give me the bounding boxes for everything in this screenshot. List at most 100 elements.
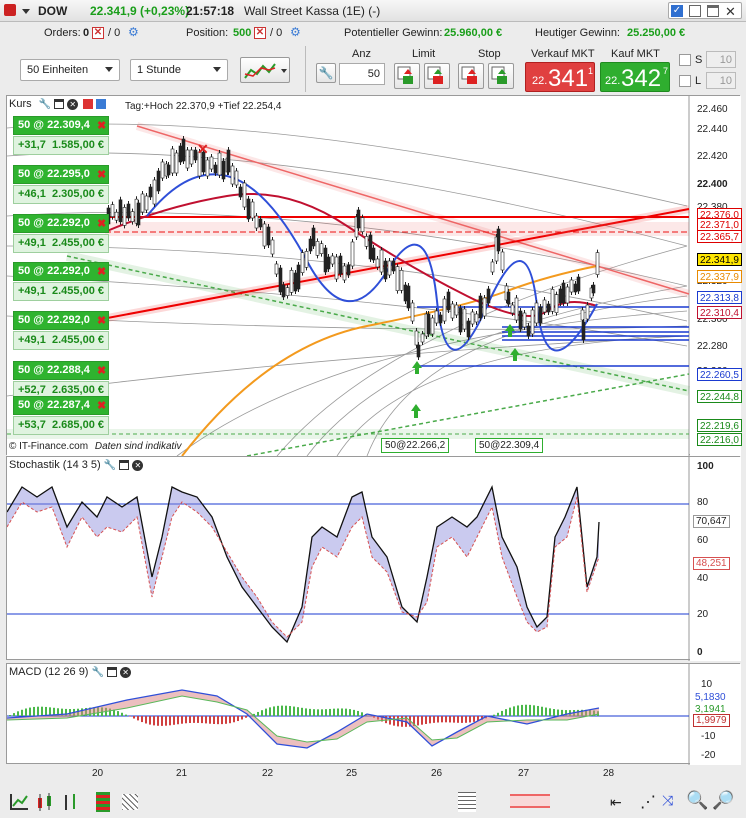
position-tag-1-text: 50@22.266,2 xyxy=(385,440,446,451)
candle-body xyxy=(486,288,491,304)
draw-tools-icon[interactable]: ⋰ xyxy=(640,792,656,812)
candle-body xyxy=(246,198,251,220)
candle-body xyxy=(122,207,127,226)
window-icon[interactable] xyxy=(119,460,130,471)
buy-price-big: 342 xyxy=(621,65,662,92)
s-checkbox[interactable] xyxy=(679,54,691,66)
close-position-icon[interactable]: ✕ xyxy=(254,27,266,39)
close-circle-icon[interactable]: ✕ xyxy=(67,98,79,110)
macd-bar xyxy=(225,716,227,724)
close-order-icon[interactable]: ✖ xyxy=(97,265,106,278)
sell-label: Verkauf MKT xyxy=(531,48,595,60)
potential-profit-label: Potentieller Gewinn: xyxy=(344,27,443,39)
price-tag: 22.219,6 xyxy=(697,419,742,432)
upload-icon[interactable] xyxy=(96,99,107,110)
candle-body xyxy=(403,284,408,302)
today-profit-label: Heutiger Gewinn: xyxy=(535,27,620,39)
maximize-icon[interactable] xyxy=(707,5,719,17)
scroll-start-icon[interactable]: ⇤ xyxy=(610,794,622,811)
order-label: 50 @ 22.292,0 xyxy=(13,311,109,330)
order-box[interactable]: 50 @ 22.292,0 ✖ +49,1 2.455,00 € xyxy=(13,311,109,355)
l-checkbox[interactable] xyxy=(679,75,691,87)
order-box[interactable]: 50 @ 22.292,0 ✖ +49,1 2.455,00 € xyxy=(13,262,109,306)
candle-chart-icon[interactable] xyxy=(36,792,54,812)
units-select[interactable]: 50 Einheiten xyxy=(20,59,120,81)
chevron-down-icon xyxy=(281,69,287,73)
chart-indicator-icon xyxy=(244,63,276,79)
zoom-out-icon[interactable]: 🔎 xyxy=(712,790,734,811)
order-box[interactable]: 50 @ 22.292,0 ✖ +49,1 2.455,00 € xyxy=(13,214,109,258)
l-input[interactable]: 10 xyxy=(706,72,736,89)
candle-body xyxy=(234,170,239,186)
close-order-icon[interactable]: ✖ xyxy=(97,168,106,181)
interval-select[interactable]: 1 Stunde xyxy=(130,59,228,81)
stop-buy-button[interactable] xyxy=(458,63,484,89)
order-box[interactable]: 50 @ 22.287,4 ✖ +53,7 2.685,00 € xyxy=(13,396,109,440)
wrench-button[interactable]: 🔧 xyxy=(316,63,336,83)
zoom-in-icon[interactable]: 🔍 xyxy=(686,790,708,811)
order-amount: 2.455,00 € xyxy=(52,237,104,249)
close-order-icon[interactable]: ✖ xyxy=(97,399,106,412)
line-chart-icon[interactable] xyxy=(10,794,28,810)
tile-icon[interactable] xyxy=(689,5,701,17)
candle-body xyxy=(565,286,570,304)
candle-body xyxy=(510,304,515,314)
candle-body xyxy=(514,297,519,321)
macd-bar xyxy=(529,704,531,716)
window-icon[interactable] xyxy=(54,99,65,110)
indicators-button[interactable] xyxy=(240,57,290,83)
wrench-icon[interactable]: 🔧 xyxy=(39,99,51,110)
download-icon[interactable] xyxy=(83,99,94,110)
stochastic-panel[interactable]: Stochastik (14 3 5) 🔧 ✕ 100 80 60 40 20 0 70,… xyxy=(6,456,741,661)
s-input[interactable]: 10 xyxy=(706,51,736,68)
candle-body xyxy=(530,309,535,335)
macd-bar xyxy=(525,704,527,716)
macd-bar xyxy=(129,716,131,717)
close-order-icon[interactable]: ✖ xyxy=(97,119,106,132)
candle-body xyxy=(226,149,231,173)
checkbox-icon[interactable]: ✓ xyxy=(671,5,683,17)
close-circle-icon[interactable]: ✕ xyxy=(132,459,144,471)
order-box[interactable]: 50 @ 22.309,4 ✖ +31,7 1.585,00 € xyxy=(13,116,109,160)
heikin-icon[interactable] xyxy=(96,792,110,812)
macd-bar xyxy=(117,711,119,716)
gear-icon[interactable]: ⚙ xyxy=(128,25,139,39)
menu-icon[interactable] xyxy=(4,4,16,16)
price-change: 22.341,9 (+0,23%) xyxy=(90,4,190,18)
bar-chart-icon[interactable] xyxy=(62,792,80,812)
wrench-icon[interactable]: 🔧 xyxy=(104,460,116,471)
stoch-tag-2: 48,251 xyxy=(693,557,730,570)
macd-bar xyxy=(545,707,547,716)
buy-market-button[interactable]: 22. 342 7 xyxy=(600,62,670,92)
sell-market-button[interactable]: 22. 341 1 xyxy=(525,62,595,92)
order-box[interactable]: 50 @ 22.295,0 ✖ +46,1 2.305,00 € xyxy=(13,165,109,209)
chevron-down-icon[interactable] xyxy=(22,9,30,14)
close-circle-icon[interactable]: ✕ xyxy=(120,666,132,678)
window-icon[interactable] xyxy=(107,667,118,678)
band-icon[interactable] xyxy=(510,794,550,808)
candle-body xyxy=(213,164,218,174)
candle-body xyxy=(450,303,455,319)
close-icon[interactable]: ✕ xyxy=(725,4,736,20)
limit-buy-button[interactable] xyxy=(394,63,420,89)
price-chart-panel[interactable]: ✕ Kurs 🔧 ✕ Tag:+Hoch 22.370,9 +Tief 22.2… xyxy=(6,95,742,456)
limit-sell-button[interactable] xyxy=(424,63,450,89)
close-order-icon[interactable]: ✖ xyxy=(97,217,106,230)
sell-price-sup: 1 xyxy=(588,66,594,76)
hatch-icon[interactable] xyxy=(122,794,138,810)
close-order-icon[interactable]: ✖ xyxy=(97,314,106,327)
position-tag-2-text: 50@22.309,4 xyxy=(479,440,540,451)
macd-bar xyxy=(141,716,143,723)
macd-chart xyxy=(7,664,741,765)
macd-panel[interactable]: MACD (12 26 9) 🔧 ✕ 100-10-20 5,1830 3,19… xyxy=(6,663,741,765)
candle-body xyxy=(558,288,563,304)
arrows-icon[interactable]: ⤨ xyxy=(662,792,673,809)
close-order-icon[interactable]: ✖ xyxy=(97,364,106,377)
rows-icon[interactable] xyxy=(458,792,476,812)
cancel-orders-icon[interactable]: ✕ xyxy=(92,27,104,39)
limit-buy-icon xyxy=(397,66,413,84)
wrench-icon[interactable]: 🔧 xyxy=(92,667,104,678)
stop-sell-button[interactable] xyxy=(488,63,514,89)
gear-icon[interactable]: ⚙ xyxy=(290,25,301,39)
quantity-input[interactable]: 50 xyxy=(339,63,385,85)
